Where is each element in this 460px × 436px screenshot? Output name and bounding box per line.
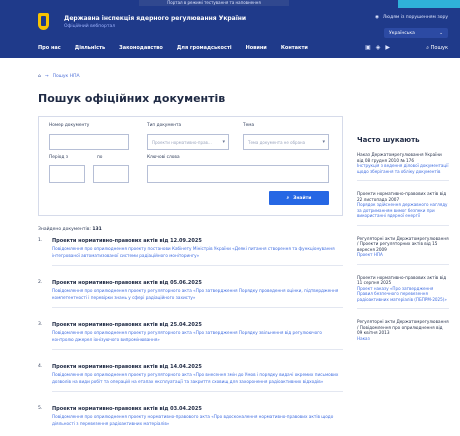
item-link[interactable]: Повідомлення про оприлюднення проекту по… — [52, 245, 343, 259]
social-icons: ▣ ◈ ▶ — [365, 44, 390, 51]
language-select[interactable]: Українська ⌄ — [384, 28, 448, 38]
sidebar-item: Наказ Держатомрегулювання України від 08… — [357, 152, 449, 181]
site-subtitle: Офіційний вебпортал — [64, 24, 116, 29]
sidebar-item: Проекти нормативно-правових актів від 22… — [357, 191, 449, 226]
sidebar-item-link[interactable]: Проект наказу «Про затвердження Правил б… — [357, 286, 449, 303]
keywords-input[interactable] — [147, 165, 329, 183]
divider — [357, 263, 449, 265]
item-number: 1. — [38, 238, 43, 243]
results-count-value: 131 — [92, 227, 102, 232]
doc-type-value: Проекти нормативно-прав... — [152, 139, 212, 145]
telegram-icon[interactable]: ◈ — [376, 44, 381, 51]
search-link-label: Пошук — [430, 45, 448, 51]
doc-number-label: Номер документу — [49, 123, 90, 128]
coat-of-arms-icon[interactable] — [38, 13, 49, 30]
accessibility-link-label: Людям із порушенням зору — [382, 15, 448, 20]
search-icon: ⌕ — [426, 45, 430, 51]
list-item: 4. Проекти нормативно-правових актів від… — [38, 364, 343, 392]
sidebar-item-title: Регуляторні акти Держатомрегулювання / П… — [357, 235, 449, 252]
divider — [52, 349, 343, 350]
main-nav: Про нас Діяльність Законодавство Для гро… — [38, 45, 308, 51]
search-button[interactable]: ⌕ Знайти — [269, 191, 329, 205]
sidebar-item-title: Проекти нормативно-правових актів від 11… — [357, 274, 447, 286]
sidebar-item-title: Регуляторні акти Держатомрегулювання / П… — [357, 319, 449, 335]
breadcrumb-arrow-icon: → — [44, 74, 49, 79]
site-title[interactable]: Державна інспекція ядерного регулювання … — [64, 15, 246, 22]
site-header: Портал в режимі тестування та наповнення… — [0, 0, 460, 58]
item-number: 5. — [38, 406, 43, 411]
sidebar-item-title: Наказ Держатомрегулювання України від 08… — [357, 152, 442, 163]
results-list: 1. Проекти нормативно-правових актів від… — [38, 238, 343, 436]
divider — [357, 224, 449, 226]
doc-type-label: Тип документа — [147, 123, 182, 128]
list-item: 2. Проекти нормативно-правових актів від… — [38, 280, 343, 308]
divider — [52, 265, 343, 266]
item-title: Проекти нормативно-правових актів від 03… — [52, 406, 202, 412]
breadcrumb-item[interactable]: Пошук НПА — [53, 74, 80, 79]
chevron-down-icon: ⌄ — [439, 30, 443, 36]
popular-sidebar: Часто шукають Наказ Держатомрегулювання … — [357, 136, 449, 351]
search-link[interactable]: ⌕ Пошук — [426, 45, 448, 51]
item-number: 2. — [38, 280, 43, 285]
period-to-label: по — [97, 155, 103, 160]
topic-label: Тема — [243, 123, 255, 128]
nav-item-public[interactable]: Для громадськості — [177, 45, 232, 51]
item-link[interactable]: Повідомлення про оприлюднення проекту ре… — [52, 329, 343, 343]
list-item: 5. Проекти нормативно-правових актів від… — [38, 406, 343, 427]
sidebar-item: Проекти нормативно-правових актів від 11… — [357, 274, 449, 309]
language-value: Українська — [389, 30, 415, 36]
sidebar-title: Часто шукають — [357, 136, 420, 144]
topic-select[interactable]: Тема документа не обрана — [243, 134, 329, 150]
sidebar-item-title: Проекти нормативно-правових актів від 22… — [357, 191, 447, 202]
breadcrumb: ⌂ → Пошук НПА — [38, 74, 80, 79]
item-number: 4. — [38, 364, 43, 369]
keywords-label: Ключові слова — [147, 155, 180, 160]
item-title: Проекти нормативно-правових актів від 12… — [52, 238, 202, 244]
nav-item-news[interactable]: Новини — [246, 45, 267, 51]
item-title: Проекти нормативно-правових актів від 25… — [52, 322, 202, 328]
divider — [52, 307, 343, 308]
test-mode-banner: Портал в режимі тестування та наповнення — [139, 0, 289, 6]
doc-number-input[interactable] — [49, 134, 129, 150]
topic-value: Тема документа не обрана — [248, 139, 306, 145]
youtube-icon[interactable]: ▶ — [385, 44, 390, 51]
divider — [357, 180, 449, 181]
header-accent-tab — [398, 0, 460, 8]
sidebar-item-link[interactable]: Проект НПА — [357, 252, 449, 258]
doc-type-select[interactable]: Проекти нормативно-прав... — [147, 134, 229, 150]
list-item: 3. Проекти нормативно-правових актів від… — [38, 322, 343, 350]
home-icon[interactable]: ⌂ — [38, 74, 41, 79]
sidebar-item-link[interactable]: Порядок здійснення державного нагляду за… — [357, 202, 449, 219]
item-link[interactable]: Повідомлення про оприлюднення проекту ре… — [52, 371, 343, 385]
divider — [52, 391, 343, 392]
facebook-icon[interactable]: ▣ — [365, 44, 371, 51]
sidebar-item-link[interactable]: Інструкція з ведення ділової документаці… — [357, 163, 449, 174]
search-button-label: Знайти — [293, 195, 312, 201]
accessibility-link[interactable]: ◉ Людям із порушенням зору — [375, 15, 448, 20]
nav-item-about[interactable]: Про нас — [38, 45, 61, 51]
sidebar-item-link[interactable]: Наказ — [357, 336, 449, 342]
item-title: Проекти нормативно-правових актів від 14… — [52, 364, 202, 370]
search-icon: ⌕ — [286, 196, 290, 201]
period-from-input[interactable] — [49, 165, 85, 183]
search-form: Номер документу Тип документа Проекти но… — [38, 116, 343, 216]
period-to-input[interactable] — [93, 165, 129, 183]
eye-icon: ◉ — [374, 15, 379, 20]
nav-item-contacts[interactable]: Контакти — [281, 45, 308, 51]
nav-item-legislation[interactable]: Законодавство — [119, 45, 163, 51]
item-number: 3. — [38, 322, 43, 327]
sidebar-item: Регуляторні акти Держатомрегулювання / П… — [357, 319, 449, 341]
item-title: Проекти нормативно-правових актів від 05… — [52, 280, 202, 286]
divider — [357, 308, 449, 309]
results-count: Знайдено документів: 131 — [38, 227, 102, 232]
results-count-label: Знайдено документів: — [38, 227, 91, 232]
list-item: 1. Проекти нормативно-правових актів від… — [38, 238, 343, 266]
item-link[interactable]: Повідомлення про оприлюднення проекту но… — [52, 413, 343, 427]
item-link[interactable]: Повідомлення про оприлюднення проекту ре… — [52, 287, 343, 301]
period-from-label: Період з — [49, 155, 69, 160]
page-title: Пошук офіційних документів — [38, 92, 226, 105]
sidebar-item: Регуляторні акти Держатомрегулювання / П… — [357, 236, 449, 265]
nav-item-activity[interactable]: Діяльність — [75, 45, 105, 51]
